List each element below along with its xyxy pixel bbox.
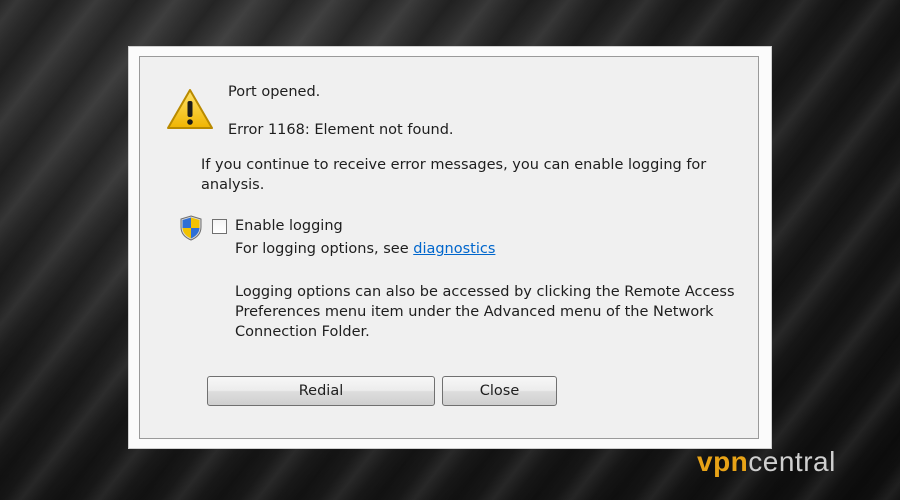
info-line-2: Preferences menu item under the Advanced… [235, 304, 714, 320]
info-line-1: Logging options can also be accessed by … [235, 284, 735, 300]
watermark-part-1: vpn [697, 446, 749, 477]
logging-options-text: For logging options, see diagnostics [235, 239, 495, 259]
vpncentral-watermark: vpncentral [697, 447, 836, 477]
message-title: Port opened. [228, 84, 321, 100]
redial-button[interactable]: Redial [207, 376, 435, 406]
logging-options-prefix: For logging options, see [235, 241, 414, 257]
hint-line-2: analysis. [201, 177, 265, 193]
uac-shield-icon [180, 215, 202, 241]
enable-logging-label[interactable]: Enable logging [235, 216, 343, 236]
watermark-part-2: central [748, 446, 836, 477]
dialog-content-panel: Port opened. Error 1168: Element not fou… [139, 56, 759, 439]
hint-line-1: If you continue to receive error message… [201, 157, 707, 173]
close-button[interactable]: Close [442, 376, 557, 406]
warning-icon [167, 89, 213, 129]
error-text: Error 1168: Element not found. [228, 122, 454, 138]
enable-logging-checkbox[interactable] [212, 219, 227, 234]
error-dialog: Port opened. Error 1168: Element not fou… [129, 47, 771, 448]
diagnostics-link[interactable]: diagnostics [413, 241, 495, 257]
info-line-3: Connection Folder. [235, 324, 370, 340]
